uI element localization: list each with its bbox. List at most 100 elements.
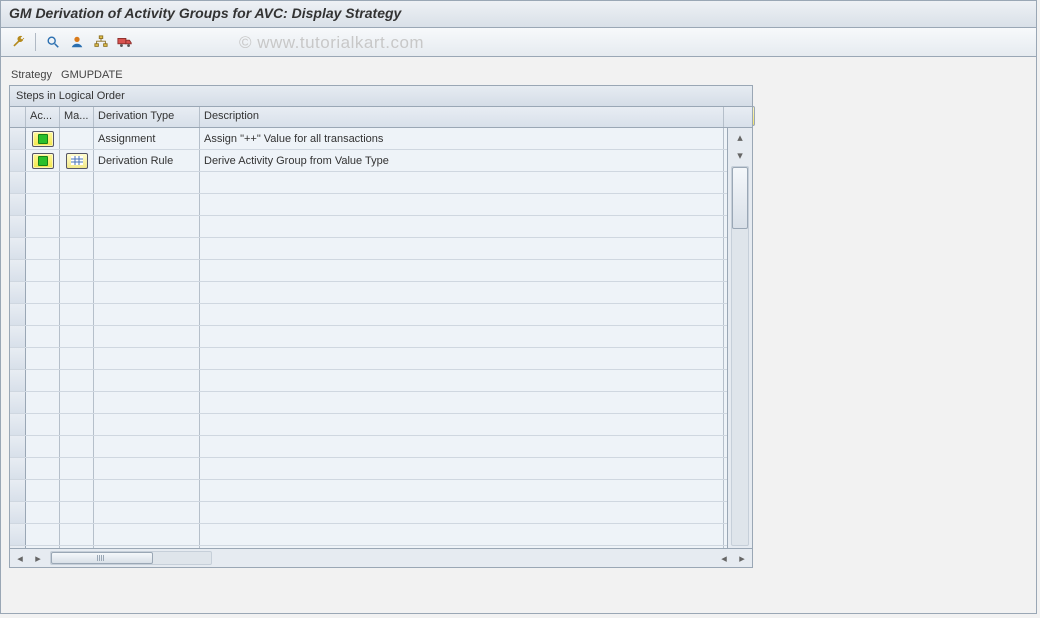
active-indicator-icon[interactable] xyxy=(32,153,54,169)
table-row[interactable] xyxy=(10,546,752,548)
org-icon[interactable] xyxy=(90,32,112,52)
cell-derivation-type xyxy=(94,348,200,369)
row-selector[interactable] xyxy=(10,128,26,149)
vscroll-track[interactable] xyxy=(731,166,749,546)
table-row[interactable] xyxy=(10,238,752,260)
table-body: AssignmentAssign "++" Value for all tran… xyxy=(10,128,752,548)
cell-derivation-type xyxy=(94,502,200,523)
table-row[interactable] xyxy=(10,172,752,194)
cell-derivation-type xyxy=(94,392,200,413)
row-selector[interactable] xyxy=(10,524,26,545)
column-description[interactable]: Description xyxy=(200,107,724,127)
table-row[interactable] xyxy=(10,260,752,282)
cell-derivation-type xyxy=(94,458,200,479)
row-selector[interactable] xyxy=(10,502,26,523)
application-toolbar xyxy=(1,28,1036,57)
cell-description xyxy=(200,260,724,281)
scroll-right-icon[interactable]: ▸ xyxy=(30,551,46,565)
vertical-scrollbar[interactable]: ▴ ▾ xyxy=(727,128,752,548)
row-selector[interactable] xyxy=(10,436,26,457)
toolbar-separator xyxy=(35,33,36,51)
maintain-entries-icon[interactable] xyxy=(66,153,88,169)
transport-icon[interactable] xyxy=(114,32,136,52)
row-selector[interactable] xyxy=(10,458,26,479)
cell-description xyxy=(200,304,724,325)
table-row[interactable] xyxy=(10,326,752,348)
cell-derivation-type: Derivation Rule xyxy=(94,150,200,171)
cell-description xyxy=(200,414,724,435)
row-selector[interactable] xyxy=(10,150,26,171)
table-row[interactable] xyxy=(10,194,752,216)
table-row[interactable]: AssignmentAssign "++" Value for all tran… xyxy=(10,128,752,150)
active-indicator-icon[interactable] xyxy=(32,131,54,147)
row-selector[interactable] xyxy=(10,216,26,237)
cell-description xyxy=(200,282,724,303)
scroll-down-icon[interactable]: ▾ xyxy=(729,146,751,164)
table-row[interactable] xyxy=(10,216,752,238)
horizontal-scrollbar[interactable]: ◂ ▸ ◂ ▸ xyxy=(10,548,752,567)
cell-derivation-type xyxy=(94,194,200,215)
page-title: GM Derivation of Activity Groups for AVC… xyxy=(1,1,1036,28)
cell-description xyxy=(200,172,724,193)
cell-description xyxy=(200,194,724,215)
row-selector[interactable] xyxy=(10,348,26,369)
column-selector[interactable] xyxy=(10,107,26,127)
column-maint[interactable]: Ma... xyxy=(60,107,94,127)
scroll-up-icon[interactable]: ▴ xyxy=(729,128,751,146)
table-row[interactable]: Derivation RuleDerive Activity Group fro… xyxy=(10,150,752,172)
cell-description xyxy=(200,546,724,548)
steps-panel: Steps in Logical Order Ac... Ma... Deriv… xyxy=(9,85,753,568)
row-selector[interactable] xyxy=(10,304,26,325)
row-selector[interactable] xyxy=(10,172,26,193)
wrench-icon[interactable] xyxy=(7,32,29,52)
table-row[interactable] xyxy=(10,502,752,524)
table-row[interactable] xyxy=(10,436,752,458)
cell-derivation-type xyxy=(94,436,200,457)
cell-description xyxy=(200,524,724,545)
panel-title: Steps in Logical Order xyxy=(9,85,753,106)
cell-derivation-type xyxy=(94,238,200,259)
user-icon[interactable] xyxy=(66,32,88,52)
column-derivation-type[interactable]: Derivation Type xyxy=(94,107,200,127)
cell-derivation-type xyxy=(94,546,200,548)
row-selector[interactable] xyxy=(10,414,26,435)
cell-derivation-type xyxy=(94,370,200,391)
cell-derivation-type xyxy=(94,216,200,237)
row-selector[interactable] xyxy=(10,194,26,215)
scroll-left-end-icon[interactable]: ◂ xyxy=(716,551,732,565)
table-row[interactable] xyxy=(10,282,752,304)
row-selector[interactable] xyxy=(10,326,26,347)
table-row[interactable] xyxy=(10,480,752,502)
table-row[interactable] xyxy=(10,392,752,414)
cell-description xyxy=(200,502,724,523)
steps-table: Ac... Ma... Derivation Type Description … xyxy=(9,106,753,568)
table-row[interactable] xyxy=(10,304,752,326)
table-row[interactable] xyxy=(10,414,752,436)
vscroll-thumb[interactable] xyxy=(732,167,748,229)
scroll-left-icon[interactable]: ◂ xyxy=(12,551,28,565)
cell-description xyxy=(200,326,724,347)
hscroll-thumb[interactable] xyxy=(51,552,153,564)
strategy-field: Strategy GMUPDATE xyxy=(9,69,1028,81)
row-selector[interactable] xyxy=(10,392,26,413)
row-selector[interactable] xyxy=(10,238,26,259)
cell-description: Assign "++" Value for all transactions xyxy=(200,128,724,149)
row-selector[interactable] xyxy=(10,282,26,303)
table-row[interactable] xyxy=(10,348,752,370)
table-row[interactable] xyxy=(10,370,752,392)
hscroll-track[interactable] xyxy=(50,551,212,565)
strategy-value: GMUPDATE xyxy=(61,69,123,81)
column-active[interactable]: Ac... xyxy=(26,107,60,127)
cell-derivation-type xyxy=(94,304,200,325)
cell-derivation-type xyxy=(94,172,200,193)
row-selector[interactable] xyxy=(10,546,26,548)
find-icon[interactable] xyxy=(42,32,64,52)
row-selector[interactable] xyxy=(10,480,26,501)
scroll-right-end-icon[interactable]: ▸ xyxy=(734,551,750,565)
row-selector[interactable] xyxy=(10,260,26,281)
cell-derivation-type xyxy=(94,260,200,281)
table-row[interactable] xyxy=(10,524,752,546)
table-header: Ac... Ma... Derivation Type Description xyxy=(10,107,752,128)
row-selector[interactable] xyxy=(10,370,26,391)
table-row[interactable] xyxy=(10,458,752,480)
